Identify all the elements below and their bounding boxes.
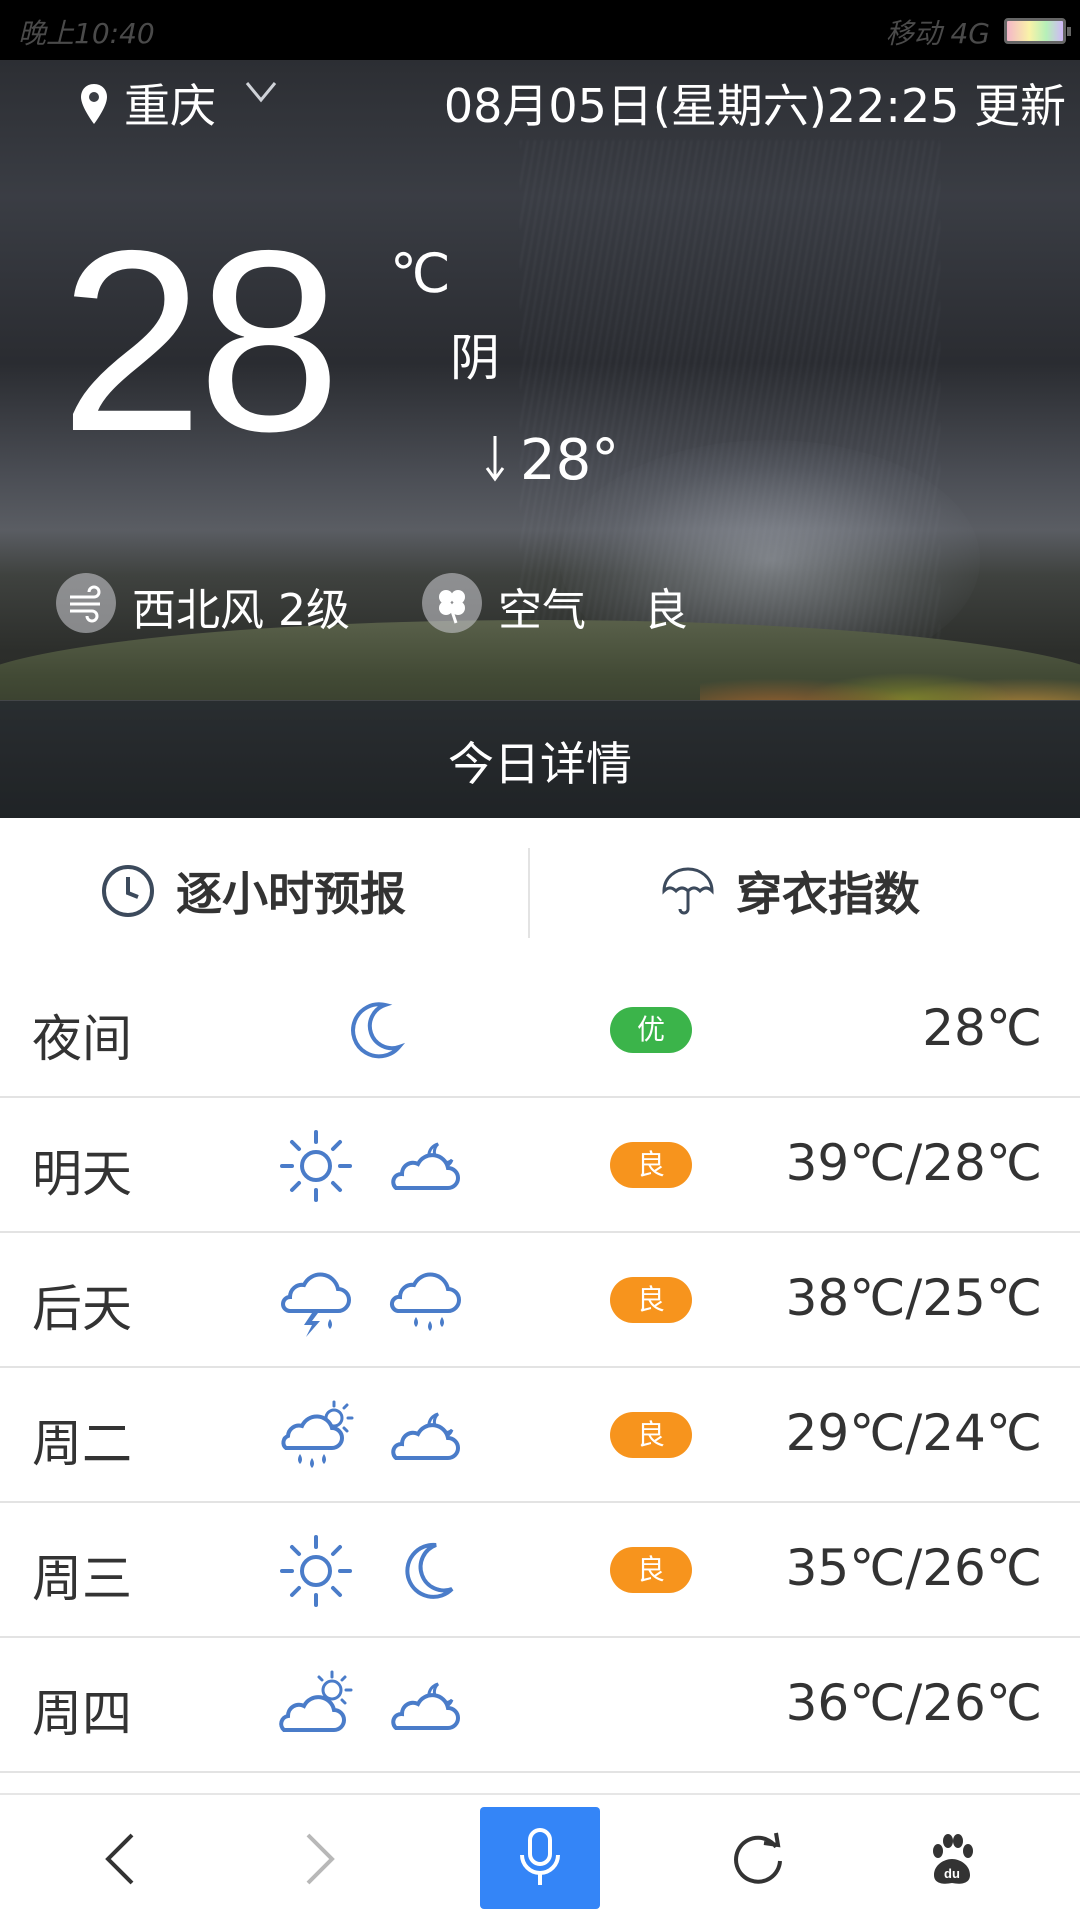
tab-hourly-forecast[interactable]: 逐小时预报: [100, 818, 406, 963]
aqi-badge: 良: [610, 1142, 692, 1188]
forecast-temp: 35℃/26℃: [785, 1539, 1042, 1597]
forecast-row[interactable]: 周二 良 29℃/24℃: [0, 1368, 1080, 1503]
refresh-button[interactable]: [718, 1795, 798, 1920]
svg-text:du: du: [944, 1866, 960, 1881]
forecast-day: 明天: [32, 1145, 132, 1203]
update-time: 08月05日(星期六)22:25 更新: [443, 79, 1066, 133]
partly-cloudy-day-icon: [279, 1670, 353, 1732]
bottom-navigation: du: [0, 1793, 1080, 1920]
air-quality-value: 良: [644, 585, 688, 636]
forecast-row[interactable]: 周四 36℃/26℃: [0, 1638, 1080, 1773]
aqi-badge: 优: [610, 1007, 692, 1053]
refresh-icon: [734, 1832, 782, 1884]
status-carrier: 移动 4G: [885, 17, 990, 50]
forecast-tabs: 逐小时预报 穿衣指数: [0, 818, 1080, 963]
cloudy-night-icon: [391, 1412, 460, 1460]
forecast-row[interactable]: 后天 良 38℃/25℃: [0, 1233, 1080, 1368]
aqi-badge: 良: [610, 1277, 692, 1323]
location-pin-icon[interactable]: [78, 82, 110, 128]
battery-icon: [1004, 18, 1071, 44]
weather-hero: 重庆 08月05日(星期六)22:25 更新 28 ℃ 阴 28° 西北风 2级…: [0, 60, 1080, 818]
sun-shower-icon: [281, 1400, 354, 1468]
sun-icon: [280, 1130, 352, 1202]
forecast-row[interactable]: 明天 良 39℃/28℃: [0, 1098, 1080, 1233]
aqi-badge: 良: [610, 1412, 692, 1458]
moon-icon: [405, 1542, 454, 1599]
forecast-list: 夜间 优 28℃ 明天 良 39℃/28℃ 后天 良 38℃/25℃ 周二 良 …: [0, 963, 1080, 1773]
wind-icon: [56, 573, 116, 633]
arrow-down-icon: [485, 436, 505, 482]
forecast-day: 周二: [32, 1415, 132, 1473]
forecast-day: 周三: [32, 1550, 132, 1608]
tab-clothing-index[interactable]: 穿衣指数: [660, 818, 920, 963]
temperature-unit: ℃: [390, 242, 451, 305]
clock-icon: [102, 864, 154, 917]
forecast-temp: 38℃/25℃: [785, 1269, 1042, 1327]
forecast-temp: 39℃/28℃: [785, 1134, 1042, 1192]
chevron-right-icon: [306, 1833, 335, 1884]
weather-condition: 阴: [450, 329, 500, 387]
wind-info: 西北风 2级: [132, 585, 350, 636]
tab-hourly-label: 逐小时预报: [176, 866, 406, 921]
cloudy-night-icon: [391, 1682, 460, 1730]
chevron-down-icon[interactable]: [244, 80, 278, 104]
umbrella-icon: [662, 866, 714, 914]
voice-search-button[interactable]: [480, 1807, 600, 1909]
microphone-icon: [520, 1828, 560, 1885]
thunderstorm-icon: [281, 1272, 351, 1337]
back-button[interactable]: [80, 1795, 160, 1920]
status-time: 晚上10:40: [18, 17, 155, 50]
low-temperature: 28°: [520, 428, 620, 493]
forecast-temp: 29℃/24℃: [785, 1404, 1042, 1462]
cloudy-night-icon: [391, 1142, 460, 1190]
sun-icon: [280, 1535, 352, 1607]
tab-clothing-label: 穿衣指数: [736, 866, 920, 921]
rain-icon: [389, 1272, 461, 1331]
tab-divider: [528, 848, 530, 938]
aqi-badge: 良: [610, 1547, 692, 1593]
moon-icon: [351, 1002, 406, 1059]
forecast-temp: 36℃/26℃: [785, 1674, 1042, 1732]
today-detail-button[interactable]: 今日详情: [0, 728, 1080, 794]
forecast-day: 周四: [32, 1685, 132, 1743]
forward-button[interactable]: [280, 1795, 360, 1920]
baidu-home-button[interactable]: du: [912, 1795, 992, 1920]
chevron-left-icon: [105, 1833, 134, 1884]
forecast-temp: 28℃: [922, 999, 1042, 1057]
air-quality-label: 空气: [498, 585, 586, 636]
forecast-day: 后天: [32, 1280, 132, 1338]
current-temperature: 28: [60, 196, 341, 485]
location-name[interactable]: 重庆: [124, 70, 216, 136]
air-quality-icon: [422, 573, 482, 633]
baidu-paw-icon: du: [933, 1833, 973, 1884]
status-bar: 晚上10:40 移动 4G: [0, 0, 1080, 60]
forecast-row[interactable]: 夜间 优 28℃: [0, 963, 1080, 1098]
forecast-row[interactable]: 周三 良 35℃/26℃: [0, 1503, 1080, 1638]
forecast-day: 夜间: [32, 1010, 132, 1068]
